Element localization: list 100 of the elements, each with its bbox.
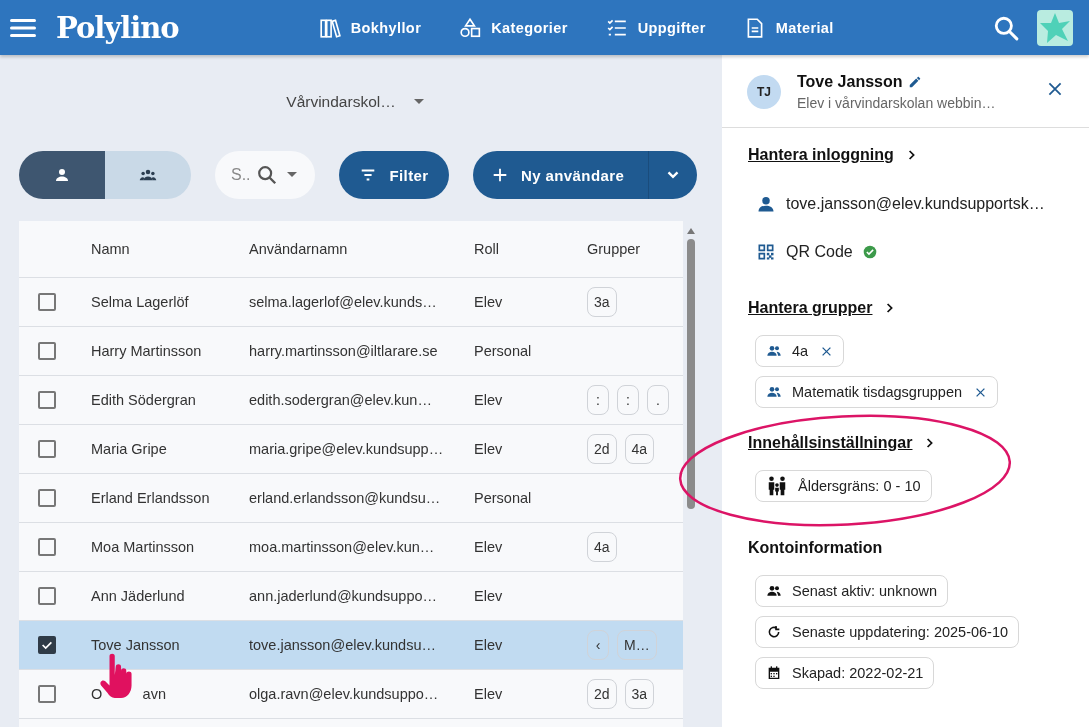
table-row[interactable]: Erland Erlandsson erland.erlandsson@kundsu… Personal [19, 474, 683, 523]
column-header[interactable]: Namn [91, 241, 249, 257]
user-name: Tove Jansson [797, 73, 903, 91]
group-tag: 3a [587, 287, 617, 317]
search-icon[interactable] [993, 14, 1019, 41]
name-cell-text: Ann Jäderlund [91, 588, 186, 604]
role-cell-text: Elev [474, 294, 504, 310]
age-limit-chip: Åldersgräns: 0 - 10 [755, 470, 932, 502]
filter-button[interactable]: Filter [339, 151, 449, 199]
new-user-button[interactable]: Ny användare [473, 151, 649, 199]
name-cell-text: O avn [91, 686, 167, 702]
info-chip: Senast aktiv: unknown [755, 575, 949, 607]
nav-link[interactable]: Bokhyllor [318, 16, 422, 39]
name-cell-text: Tove Jansson [91, 637, 181, 653]
chevron-right-icon [886, 302, 895, 314]
person-icon [53, 166, 71, 184]
checkbox[interactable] [38, 293, 56, 311]
checkbox[interactable] [38, 391, 56, 409]
table-row[interactable]: Harry Martinsson harry.martinsson@iltlarare.se Personal [19, 327, 683, 376]
table-row[interactable]: Maria Gripe maria.gripe@elev.kundsupp… Elev 2d 4a [19, 425, 683, 474]
login-username: tove.jansson@elev.kundsupportsk… [786, 195, 1045, 213]
chevron-right-icon [907, 149, 916, 161]
group-tag: M… [617, 630, 657, 660]
people-icon [766, 384, 782, 400]
search-field[interactable]: S.. [215, 151, 315, 199]
nav-link[interactable]: Uppgifter [605, 16, 706, 39]
checkbox[interactable] [38, 538, 56, 556]
username-cell-text: moa.martinsson@elev.kun… [249, 539, 436, 555]
checkbox[interactable] [38, 489, 56, 507]
scroll-up-icon[interactable] [686, 227, 696, 235]
checkbox[interactable] [38, 636, 56, 654]
user-description: Elev i vårvindarskolan webbin… [797, 95, 997, 111]
nav-link[interactable]: Material [743, 16, 834, 39]
group-tag: . [647, 385, 669, 415]
section-link[interactable]: Innehållsinställningar [748, 434, 935, 452]
role-cell-text: Elev [474, 539, 504, 555]
info-chip: Skapad: 2022-02-21 [755, 657, 935, 689]
name-cell-text: Maria Gripe [91, 441, 168, 457]
info-chip: Senaste uppdatering: 2025-06-10 [755, 616, 1020, 648]
checkbox[interactable] [38, 587, 56, 605]
school-select[interactable]: Vårvindarskol… [282, 91, 428, 113]
plus-icon [491, 166, 509, 184]
people-icon [766, 583, 782, 599]
username-cell-text: edith.sodergran@elev.kun… [249, 392, 433, 408]
name-cell-text: Erland Erlandsson [91, 490, 211, 506]
avatar: TJ [747, 75, 781, 109]
section-heading: Kontoinformation [748, 539, 883, 557]
group-tag: 3a [624, 679, 655, 709]
checkbox[interactable] [38, 440, 56, 458]
group-tag: 2d [587, 434, 617, 464]
role-cell-text: Elev [474, 686, 504, 702]
pencil-icon[interactable] [907, 75, 922, 89]
table-row[interactable]: Edith Södergran edith.sodergran@elev.kun… Elev : : . [19, 376, 683, 425]
group-tag: 4a [587, 532, 617, 562]
books-icon [318, 16, 341, 39]
section-link[interactable]: Hantera grupper [748, 299, 895, 317]
checkbox[interactable] [38, 342, 56, 360]
table-row[interactable]: Moa Martinsson moa.martinsson@elev.kun… Elev 4a [19, 523, 683, 572]
caret-icon [287, 172, 297, 178]
close-icon[interactable] [1047, 81, 1063, 97]
people-icon [766, 343, 782, 359]
name-cell-text: Moa Martinsson [91, 539, 196, 555]
section-link[interactable]: Hantera inloggning [748, 146, 916, 164]
person-icon [756, 194, 776, 214]
scrollbar-thumb[interactable] [687, 239, 695, 509]
group-chip: 4a [755, 335, 845, 367]
user-view-button[interactable] [19, 151, 105, 199]
group-tag: 4a [624, 434, 655, 464]
refresh-icon [766, 624, 782, 640]
dropdown-button[interactable] [649, 151, 697, 199]
qr-code-icon [756, 242, 776, 262]
role-cell-text: Elev [474, 588, 504, 604]
checkbox[interactable] [38, 685, 56, 703]
group-chip: Matematik tisdagsgruppen [755, 376, 999, 408]
search-icon [256, 164, 278, 186]
username-cell-text: maria.gripe@elev.kundsupp… [249, 441, 445, 457]
calendar-icon [766, 665, 782, 681]
role-cell-text: Personal [474, 343, 533, 359]
avatar-icon[interactable] [1037, 9, 1073, 46]
caret-icon [413, 99, 424, 105]
nav-link[interactable]: Kategorier [459, 16, 568, 39]
name-cell-text: Harry Martinsson [91, 343, 203, 359]
family-icon [766, 475, 788, 497]
username-cell-text: olga.ravn@elev.kundsuppo… [249, 686, 440, 702]
name-cell-text: Selma Lagerlöf [91, 294, 190, 310]
column-header[interactable]: Grupper [587, 241, 683, 257]
table-row[interactable]: Selma Lagerlöf selma.lagerlof@elev.kunds… Elev 3a [19, 278, 683, 327]
column-header[interactable]: Roll [474, 241, 587, 257]
name-cell-text: Edith Södergran [91, 392, 197, 408]
role-cell-text: Personal [474, 490, 533, 506]
group-tag: ‹ [587, 630, 609, 660]
column-header[interactable]: Användarnamn [249, 241, 474, 257]
shapes-icon [459, 16, 482, 39]
logo[interactable]: Polylino [56, 10, 179, 45]
menu-icon[interactable] [10, 17, 36, 38]
group-tag: : [587, 385, 609, 415]
username-cell-text: erland.erlandsson@kundsu… [249, 490, 442, 506]
table-row[interactable]: Tove Jansson tove.jansson@elev.kundsu… Elev ‹ M… [19, 621, 683, 670]
role-cell-text: Elev [474, 441, 504, 457]
qr-code-label: QR Code [786, 243, 853, 261]
